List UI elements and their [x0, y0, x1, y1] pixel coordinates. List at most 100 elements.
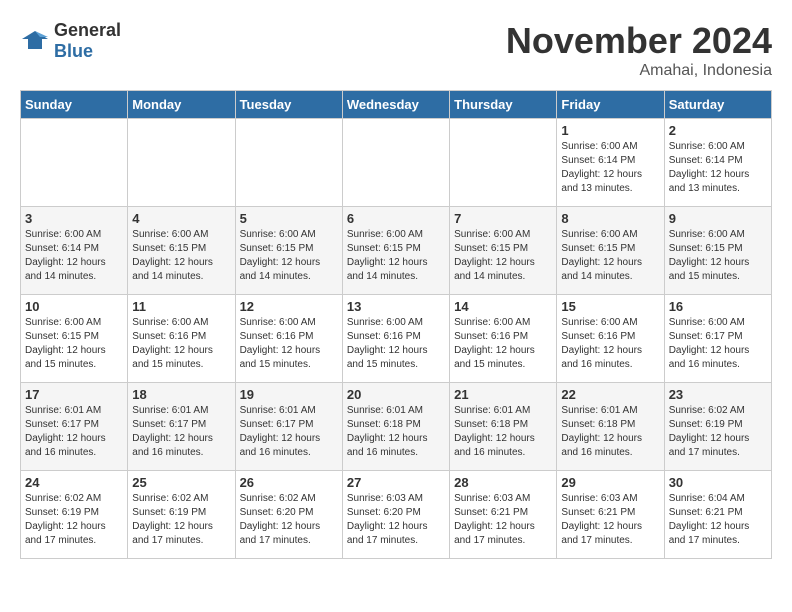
calendar-cell: 19Sunrise: 6:01 AM Sunset: 6:17 PM Dayli… — [235, 383, 342, 471]
day-number: 5 — [240, 211, 338, 226]
day-number: 26 — [240, 475, 338, 490]
calendar-cell: 11Sunrise: 6:00 AM Sunset: 6:16 PM Dayli… — [128, 295, 235, 383]
day-info: Sunrise: 6:00 AM Sunset: 6:16 PM Dayligh… — [347, 316, 445, 372]
day-number: 18 — [132, 387, 230, 402]
day-number: 6 — [347, 211, 445, 226]
calendar-cell: 15 Sunrise: 6:00 AM Sunset: 6:16 PM Dayli… — [557, 295, 664, 383]
calendar-cell: 12 Sunrise: 6:00 AM Sunset: 6:16 PM Dayli… — [235, 295, 342, 383]
weekday-header-thursday: Thursday — [450, 91, 557, 119]
day-info: Sunrise: 6:02 AM Sunset: 6:19 PM Dayligh… — [132, 492, 230, 548]
calendar-cell: 21 Sunrise: 6:01 AM Sunset: 6:18 PM Dayli… — [450, 383, 557, 471]
day-number: 8 — [561, 211, 659, 226]
day-number: 15 — [561, 299, 659, 314]
calendar-cell: 14 Sunrise: 6:00 AM Sunset: 6:16 PM Dayli… — [450, 295, 557, 383]
calendar-cell: 9Sunrise: 6:00 AM Sunset: 6:15 PM Daylig… — [664, 207, 771, 295]
calendar-cell: 17 Sunrise: 6:01 AM Sunset: 6:17 PM Dayli… — [21, 383, 128, 471]
title-section: November 2024 Amahai, Indonesia — [506, 20, 772, 80]
calendar-cell: 20Sunrise: 6:01 AM Sunset: 6:18 PM Dayli… — [342, 383, 449, 471]
day-info: Sunrise: 6:03 AM Sunset: 6:21 PM Dayligh… — [561, 492, 659, 548]
day-number: 1 — [561, 123, 659, 138]
day-info: Sunrise: 6:02 AM Sunset: 6:20 PM Dayligh… — [240, 492, 338, 548]
week-row-2: 3 Sunrise: 6:00 AM Sunset: 6:14 PM Daylig… — [21, 207, 772, 295]
calendar-cell: 8 Sunrise: 6:00 AM Sunset: 6:15 PM Daylig… — [557, 207, 664, 295]
day-number: 9 — [669, 211, 767, 226]
calendar-cell: 10 Sunrise: 6:00 AM Sunset: 6:15 PM Dayli… — [21, 295, 128, 383]
calendar-cell: 4 Sunrise: 6:00 AM Sunset: 6:15 PM Daylig… — [128, 207, 235, 295]
day-number: 3 — [25, 211, 123, 226]
calendar-cell: 13 Sunrise: 6:00 AM Sunset: 6:16 PM Dayli… — [342, 295, 449, 383]
day-number: 27 — [347, 475, 445, 490]
logo-icon — [20, 29, 50, 54]
day-number: 14 — [454, 299, 552, 314]
day-info: Sunrise: 6:00 AM Sunset: 6:17 PM Dayligh… — [669, 316, 767, 372]
day-info: Sunrise: 6:00 AM Sunset: 6:15 PM Dayligh… — [347, 228, 445, 284]
calendar-cell: 18 Sunrise: 6:01 AM Sunset: 6:17 PM Dayli… — [128, 383, 235, 471]
day-number: 7 — [454, 211, 552, 226]
calendar-cell — [235, 119, 342, 207]
day-info: Sunrise: 6:03 AM Sunset: 6:21 PM Dayligh… — [454, 492, 552, 548]
day-info: Sunrise: 6:01 AM Sunset: 6:18 PM Dayligh… — [454, 404, 552, 460]
day-info: Sunrise: 6:00 AM Sunset: 6:16 PM Dayligh… — [454, 316, 552, 372]
calendar-cell: 7Sunrise: 6:00 AM Sunset: 6:15 PM Daylig… — [450, 207, 557, 295]
weekday-header-monday: Monday — [128, 91, 235, 119]
day-info: Sunrise: 6:01 AM Sunset: 6:17 PM Dayligh… — [132, 404, 230, 460]
day-number: 23 — [669, 387, 767, 402]
calendar-table: SundayMondayTuesdayWednesdayThursdayFrid… — [20, 90, 772, 559]
week-row-3: 10 Sunrise: 6:00 AM Sunset: 6:15 PM Dayli… — [21, 295, 772, 383]
calendar-cell: 6 Sunrise: 6:00 AM Sunset: 6:15 PM Daylig… — [342, 207, 449, 295]
day-info: Sunrise: 6:00 AM Sunset: 6:15 PM Dayligh… — [240, 228, 338, 284]
calendar-cell: 22Sunrise: 6:01 AM Sunset: 6:18 PM Dayli… — [557, 383, 664, 471]
day-number: 24 — [25, 475, 123, 490]
calendar-cell: 1 Sunrise: 6:00 AM Sunset: 6:14 PM Daylig… — [557, 119, 664, 207]
logo-text: General Blue — [54, 20, 121, 62]
calendar-cell: 30 Sunrise: 6:04 AM Sunset: 6:21 PM Dayli… — [664, 471, 771, 559]
day-number: 25 — [132, 475, 230, 490]
day-number: 21 — [454, 387, 552, 402]
day-number: 17 — [25, 387, 123, 402]
day-info: Sunrise: 6:02 AM Sunset: 6:19 PM Dayligh… — [25, 492, 123, 548]
week-row-1: 1 Sunrise: 6:00 AM Sunset: 6:14 PM Daylig… — [21, 119, 772, 207]
day-number: 29 — [561, 475, 659, 490]
day-info: Sunrise: 6:01 AM Sunset: 6:18 PM Dayligh… — [347, 404, 445, 460]
day-info: Sunrise: 6:04 AM Sunset: 6:21 PM Dayligh… — [669, 492, 767, 548]
day-number: 16 — [669, 299, 767, 314]
day-info: Sunrise: 6:03 AM Sunset: 6:20 PM Dayligh… — [347, 492, 445, 548]
logo: General Blue — [20, 20, 121, 62]
week-row-5: 24 Sunrise: 6:02 AM Sunset: 6:19 PM Dayli… — [21, 471, 772, 559]
day-info: Sunrise: 6:02 AM Sunset: 6:19 PM Dayligh… — [669, 404, 767, 460]
day-number: 30 — [669, 475, 767, 490]
calendar-cell — [450, 119, 557, 207]
day-info: Sunrise: 6:00 AM Sunset: 6:14 PM Dayligh… — [25, 228, 123, 284]
day-number: 12 — [240, 299, 338, 314]
day-info: Sunrise: 6:00 AM Sunset: 6:15 PM Dayligh… — [25, 316, 123, 372]
day-info: Sunrise: 6:00 AM Sunset: 6:15 PM Dayligh… — [132, 228, 230, 284]
calendar-cell: 28 Sunrise: 6:03 AM Sunset: 6:21 PM Dayli… — [450, 471, 557, 559]
day-info: Sunrise: 6:00 AM Sunset: 6:16 PM Dayligh… — [240, 316, 338, 372]
day-number: 13 — [347, 299, 445, 314]
weekday-header-tuesday: Tuesday — [235, 91, 342, 119]
calendar-cell — [342, 119, 449, 207]
day-number: 2 — [669, 123, 767, 138]
calendar-cell: 23 Sunrise: 6:02 AM Sunset: 6:19 PM Dayli… — [664, 383, 771, 471]
weekday-header-friday: Friday — [557, 91, 664, 119]
header: General Blue November 2024 Amahai, Indon… — [20, 20, 772, 80]
weekday-header-row: SundayMondayTuesdayWednesdayThursdayFrid… — [21, 91, 772, 119]
calendar-cell: 16 Sunrise: 6:00 AM Sunset: 6:17 PM Dayli… — [664, 295, 771, 383]
day-info: Sunrise: 6:00 AM Sunset: 6:14 PM Dayligh… — [561, 140, 659, 196]
calendar-cell: 25 Sunrise: 6:02 AM Sunset: 6:19 PM Dayli… — [128, 471, 235, 559]
calendar-cell: 27 Sunrise: 6:03 AM Sunset: 6:20 PM Dayli… — [342, 471, 449, 559]
day-number: 28 — [454, 475, 552, 490]
day-number: 10 — [25, 299, 123, 314]
day-info: Sunrise: 6:01 AM Sunset: 6:18 PM Dayligh… — [561, 404, 659, 460]
day-number: 19 — [240, 387, 338, 402]
month-title: November 2024 — [506, 20, 772, 62]
day-info: Sunrise: 6:01 AM Sunset: 6:17 PM Dayligh… — [25, 404, 123, 460]
weekday-header-saturday: Saturday — [664, 91, 771, 119]
location-title: Amahai, Indonesia — [506, 62, 772, 80]
day-info: Sunrise: 6:00 AM Sunset: 6:16 PM Dayligh… — [132, 316, 230, 372]
day-info: Sunrise: 6:00 AM Sunset: 6:14 PM Dayligh… — [669, 140, 767, 196]
day-info: Sunrise: 6:00 AM Sunset: 6:16 PM Dayligh… — [561, 316, 659, 372]
day-number: 4 — [132, 211, 230, 226]
calendar-cell: 26 Sunrise: 6:02 AM Sunset: 6:20 PM Dayli… — [235, 471, 342, 559]
day-info: Sunrise: 6:00 AM Sunset: 6:15 PM Dayligh… — [561, 228, 659, 284]
